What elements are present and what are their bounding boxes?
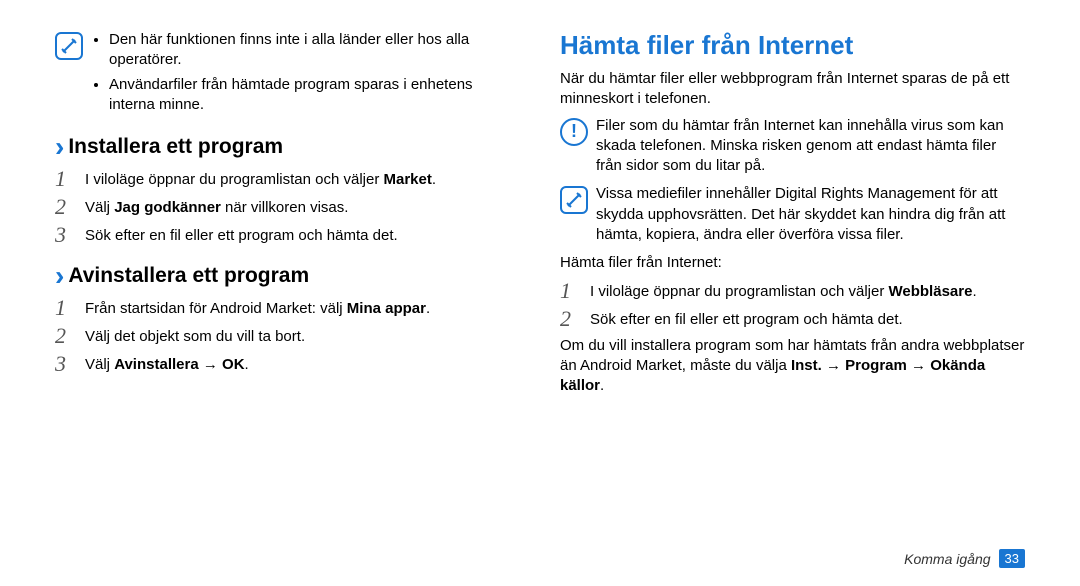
step-text: Välj det objekt som du vill ta bort. [85,324,520,347]
uninstall-step-1: 1 Från startsidan för Android Market: vä… [55,296,520,320]
step-number: 2 [55,195,75,219]
step-text: I viloläge öppnar du programlistan och v… [85,167,520,190]
step-number: 3 [55,352,75,376]
note-box-general: Den här funktionen finns inte i alla län… [55,30,520,119]
step-text: Välj Avinstallera → OK. [85,352,520,375]
page-footer: Komma igång 33 [904,549,1025,568]
note-icon [560,186,588,214]
download-step-1: 1 I viloläge öppnar du programlistan och… [560,279,1025,303]
install-heading-text: Installera ett program [68,135,283,159]
note-icon [55,32,83,60]
install-step-2: 2 Välj Jag godkänner när villkoren visas… [55,195,520,219]
outro-text: Om du vill installera program som har hä… [560,336,1025,397]
page-columns: Den här funktionen finns inte i alla län… [55,30,1025,402]
step-text: Från startsidan för Android Market: välj… [85,296,520,319]
footer-section: Komma igång [904,551,990,567]
install-heading: › Installera ett program [55,133,520,161]
step-text: Sök efter en fil eller ett program och h… [85,223,520,246]
step-number: 1 [55,296,75,320]
step-number: 1 [560,279,580,303]
uninstall-step-3: 3 Välj Avinstallera → OK. [55,352,520,376]
install-step-3: 3 Sök efter en fil eller ett program och… [55,223,520,247]
intro-text: När du hämtar filer eller webbprogram fr… [560,69,1025,110]
download-step-2: 2 Sök efter en fil eller ett program och… [560,307,1025,331]
warning-text: Filer som du hämtar från Internet kan in… [596,116,1025,177]
page-title: Hämta filer från Internet [560,30,1025,61]
step-text: Sök efter en fil eller ett program och h… [590,307,1025,330]
note-item: Användarfiler från hämtade program spara… [109,75,520,116]
step-text: I viloläge öppnar du programlistan och v… [590,279,1025,302]
step-number: 2 [560,307,580,331]
warning-icon: ! [560,118,588,146]
drm-note-box: Vissa mediefiler innehåller Digital Righ… [560,184,1025,245]
note-item: Den här funktionen finns inte i alla län… [109,30,520,71]
install-step-1: 1 I viloläge öppnar du programlistan och… [55,167,520,191]
uninstall-heading: › Avinstallera ett program [55,262,520,290]
note-list: Den här funktionen finns inte i alla län… [91,30,520,119]
right-column: Hämta filer från Internet När du hämtar … [560,30,1025,402]
step-text: Välj Jag godkänner när villkoren visas. [85,195,520,218]
step-number: 2 [55,324,75,348]
step-number: 3 [55,223,75,247]
intro2-text: Hämta filer från Internet: [560,253,1025,273]
warning-box: ! Filer som du hämtar från Internet kan … [560,116,1025,177]
page-number: 33 [999,549,1025,568]
uninstall-step-2: 2 Välj det objekt som du vill ta bort. [55,324,520,348]
drm-note-text: Vissa mediefiler innehåller Digital Righ… [596,184,1025,245]
step-number: 1 [55,167,75,191]
uninstall-heading-text: Avinstallera ett program [68,264,309,288]
left-column: Den här funktionen finns inte i alla län… [55,30,520,402]
chevron-right-icon: › [55,262,64,290]
chevron-right-icon: › [55,133,64,161]
